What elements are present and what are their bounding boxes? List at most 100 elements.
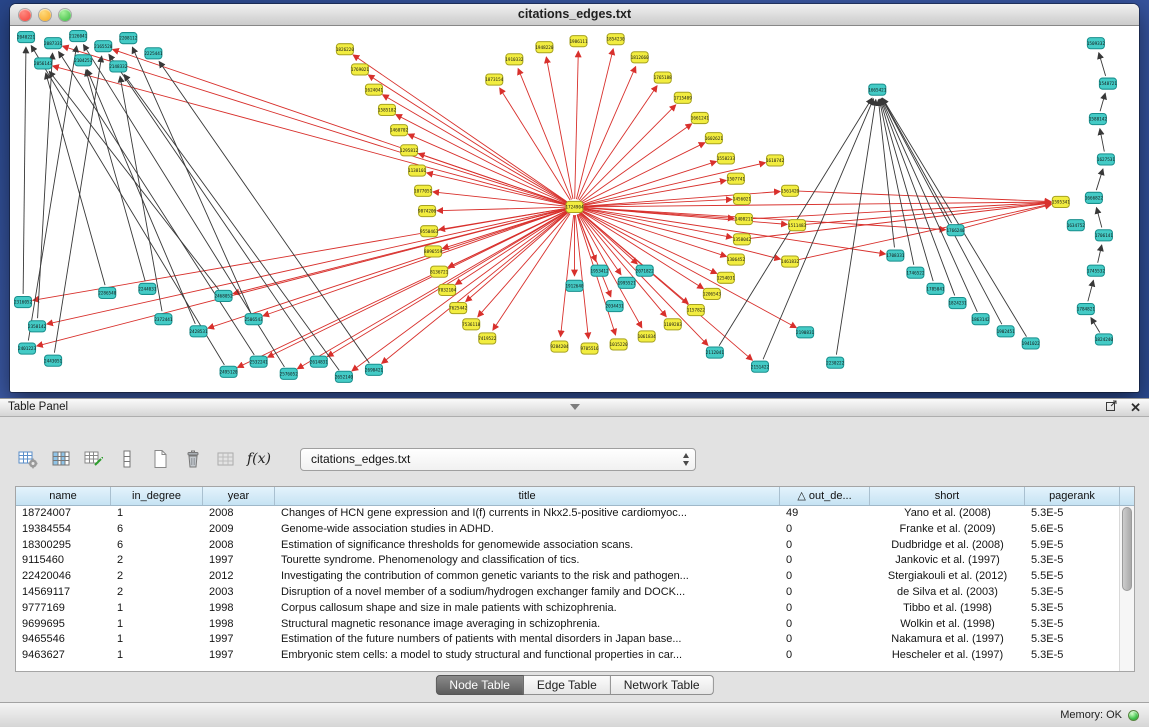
show-columns-icon[interactable] <box>49 447 73 471</box>
cell-year[interactable]: 1998 <box>203 601 275 617</box>
table-row[interactable]: 911546021997Tourette syndrome. Phenomeno… <box>16 553 1119 569</box>
network-node[interactable]: 1077051 <box>414 185 433 196</box>
tab-edge-table[interactable]: Edge Table <box>524 675 611 695</box>
scrollbar-thumb[interactable] <box>1122 507 1132 591</box>
network-window[interactable]: citations_edges.txt 17249041826220176902… <box>10 4 1139 392</box>
network-node[interactable]: 1561420 <box>781 185 800 196</box>
cell-in_degree[interactable]: 2 <box>111 569 203 585</box>
cell-year[interactable]: 1997 <box>203 632 275 648</box>
minimize-window-button[interactable] <box>39 9 51 21</box>
cell-short[interactable]: Wolkin et al. (1998) <box>870 617 1025 633</box>
table-row[interactable]: 977716911998Corpus callosum shape and si… <box>16 601 1119 617</box>
network-node[interactable]: 1986111 <box>569 36 588 47</box>
citation-edge-red[interactable] <box>53 66 567 205</box>
table-row[interactable]: 1830029562008Estimation of significance … <box>16 538 1119 554</box>
network-node[interactable]: 2316052 <box>14 296 33 307</box>
cell-year[interactable]: 2003 <box>203 585 275 601</box>
cell-pagerank[interactable]: 5.3E-5 <box>1025 585 1119 601</box>
network-node[interactable]: 1595341 <box>1052 196 1071 207</box>
citation-edge-black[interactable] <box>1088 280 1094 301</box>
citation-edge-red[interactable] <box>579 86 657 200</box>
cell-title[interactable]: Structural magnetic resonance image aver… <box>275 617 780 633</box>
network-node[interactable]: 2358142 <box>28 321 47 332</box>
network-node[interactable]: 1863142 <box>972 314 990 325</box>
network-node[interactable]: 8896559 <box>424 246 443 257</box>
cell-pagerank[interactable]: 5.3E-5 <box>1025 632 1119 648</box>
network-node[interactable]: 1765188 <box>654 72 673 83</box>
network-node[interactable]: 1109283 <box>664 319 682 330</box>
citation-edge-black[interactable] <box>120 76 162 311</box>
citation-edge-black[interactable] <box>1096 208 1101 228</box>
cell-out_degree[interactable]: 0 <box>780 601 870 617</box>
network-node[interactable]: 2230222 <box>826 357 845 368</box>
network-node[interactable]: 1548721 <box>1099 78 1118 89</box>
citation-edge-red[interactable] <box>456 211 568 284</box>
close-window-button[interactable] <box>19 9 31 21</box>
cell-title[interactable]: Embryonic stem cells: a model to study s… <box>275 648 780 664</box>
citation-edge-red[interactable] <box>208 210 567 329</box>
cell-in_degree[interactable]: 1 <box>111 506 203 522</box>
citation-edge-red[interactable] <box>582 180 726 205</box>
network-node[interactable]: 2372441 <box>154 314 173 325</box>
citation-edge-black[interactable] <box>1091 318 1100 333</box>
cell-pagerank[interactable]: 5.5E-5 <box>1025 569 1119 585</box>
network-node[interactable]: 2576052 <box>280 368 299 379</box>
citation-edge-red[interactable] <box>578 67 636 200</box>
network-node[interactable]: 2190831 <box>796 327 815 338</box>
network-node[interactable]: 1665421 <box>868 84 887 95</box>
cell-short[interactable]: Yano et al. (2008) <box>870 506 1025 522</box>
cell-pagerank[interactable]: 5.3E-5 <box>1025 553 1119 569</box>
citation-edge-black[interactable] <box>882 98 951 223</box>
network-node[interactable]: 2126041 <box>69 31 88 42</box>
network-node[interactable]: 2652140 <box>335 371 354 382</box>
table-row[interactable]: 2242004622012Investigating the contribut… <box>16 569 1119 585</box>
cell-out_degree[interactable]: 0 <box>780 569 870 585</box>
network-canvas[interactable]: 1724904182622017690211624041158518214607… <box>11 27 1138 391</box>
tab-network-table[interactable]: Network Table <box>611 675 714 695</box>
network-node[interactable]: 8136721 <box>430 266 449 277</box>
network-node[interactable]: 2401223 <box>18 343 37 354</box>
citation-edge-red[interactable] <box>437 207 566 211</box>
edit-table-icon[interactable] <box>82 447 106 471</box>
citation-edge-red[interactable] <box>575 215 588 338</box>
citation-edge-red[interactable] <box>575 51 579 199</box>
cell-name[interactable]: 9465546 <box>16 632 111 648</box>
cell-in_degree[interactable]: 6 <box>111 522 203 538</box>
network-node[interactable]: 1588142 <box>1089 113 1107 124</box>
table-row[interactable]: 1938455462009Genome-wide association stu… <box>16 522 1119 538</box>
cell-title[interactable]: Genome-wide association studies in ADHD. <box>275 522 780 538</box>
network-node[interactable]: 1948220 <box>535 42 554 53</box>
cell-title[interactable]: Tourette syndrome. Phenomenology and cla… <box>275 553 780 569</box>
network-node[interactable]: 2614831 <box>310 356 329 367</box>
network-node[interactable]: 1912640 <box>565 280 584 291</box>
table-selector-stepper-icon[interactable] <box>683 453 689 466</box>
network-node[interactable]: 2244031 <box>138 283 157 294</box>
cell-short[interactable]: de Silva et al. (2003) <box>870 585 1025 601</box>
cell-title[interactable]: Estimation of the future numbers of pati… <box>275 632 780 648</box>
cell-out_degree[interactable]: 0 <box>780 585 870 601</box>
citation-edge-black[interactable] <box>1096 169 1103 190</box>
network-node[interactable]: 1854230 <box>607 34 626 45</box>
network-node[interactable]: 2532241 <box>250 356 269 367</box>
cell-short[interactable]: Tibbo et al. (1998) <box>870 601 1025 617</box>
cell-pagerank[interactable]: 5.3E-5 <box>1025 506 1119 522</box>
table-row[interactable]: 946554611997Estimation of the future num… <box>16 632 1119 648</box>
network-node[interactable]: 1995521 <box>618 277 637 288</box>
citation-edge-black[interactable] <box>159 62 369 364</box>
table-mode-icon[interactable] <box>16 447 40 471</box>
network-node[interactable]: 1826220 <box>336 44 355 55</box>
cell-in_degree[interactable]: 2 <box>111 585 203 601</box>
network-node[interactable]: 2428531 <box>189 326 208 337</box>
network-node[interactable]: 2225441 <box>144 48 163 59</box>
column-header-in_degree[interactable]: in_degree <box>111 487 203 505</box>
cell-out_degree[interactable]: 0 <box>780 522 870 538</box>
table-row[interactable]: 1872400712008Changes of HCN gene express… <box>16 506 1119 522</box>
network-node[interactable]: 7832104 <box>438 284 457 295</box>
citation-edge-red[interactable] <box>583 208 788 225</box>
network-node[interactable]: 2690421 <box>365 364 384 375</box>
zoom-window-button[interactable] <box>59 9 71 21</box>
cell-in_degree[interactable]: 1 <box>111 632 203 648</box>
cell-year[interactable]: 1997 <box>203 553 275 569</box>
network-node[interactable]: 2165520 <box>94 41 113 52</box>
citation-edge-black[interactable] <box>124 75 339 371</box>
